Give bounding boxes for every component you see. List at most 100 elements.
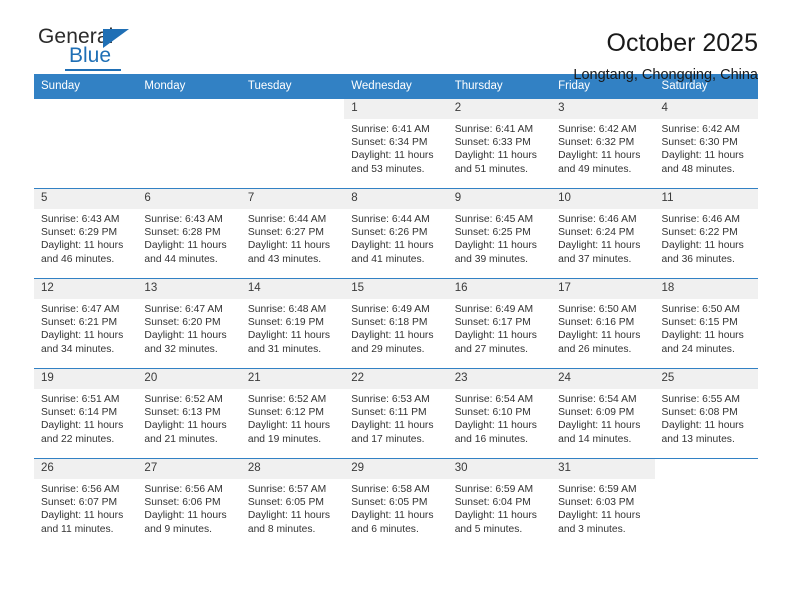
day-daylight-text: and 37 minutes. bbox=[558, 253, 632, 265]
weekday-header-thursday: Thursday bbox=[447, 74, 552, 99]
day-daylight-text: and 17 minutes. bbox=[351, 433, 425, 445]
calendar-day-cell[interactable]: 14 Sunrise: 6:48 AM Sunset: 6:19 PM Dayligh… bbox=[240, 278, 345, 369]
calendar-day-cell[interactable]: 15 Sunrise: 6:49 AM Sunset: 6:18 PM Dayligh… bbox=[344, 278, 448, 369]
day-details: Sunrise: 6:49 AM Sunset: 6:17 PM Daylight:… bbox=[448, 299, 551, 356]
calendar-day-cell[interactable]: 16 Sunrise: 6:49 AM Sunset: 6:17 PM Dayligh… bbox=[447, 278, 552, 369]
day-daylight-text: and 16 minutes. bbox=[454, 433, 528, 445]
calendar-day-cell[interactable]: 2 Sunrise: 6:41 AM Sunset: 6:33 PM Daylight… bbox=[447, 98, 552, 189]
calendar-day-cell[interactable]: 19 Sunrise: 6:51 AM Sunset: 6:14 PM Dayligh… bbox=[34, 368, 138, 459]
day-details: Sunrise: 6:46 AM Sunset: 6:24 PM Daylight:… bbox=[551, 209, 654, 266]
day-sunset-text: Sunset: 6:17 PM bbox=[454, 317, 531, 329]
day-sunset-text: Sunset: 6:12 PM bbox=[247, 407, 324, 419]
calendar-day-cell[interactable]: 4 Sunrise: 6:42 AM Sunset: 6:30 PM Daylight… bbox=[654, 98, 758, 189]
day-daylight-text: Daylight: 11 hours bbox=[247, 240, 331, 252]
day-daylight-text: Daylight: 11 hours bbox=[454, 510, 537, 522]
weekday-header-wednesday: Wednesday bbox=[344, 74, 448, 99]
day-details: Sunrise: 6:50 AM Sunset: 6:15 PM Daylight:… bbox=[655, 299, 758, 356]
calendar-day-cell[interactable]: 26 Sunrise: 6:56 AM Sunset: 6:07 PM Dayligh… bbox=[34, 458, 138, 549]
calendar-body: 1 Sunrise: 6:41 AM Sunset: 6:34 PM Daylight… bbox=[34, 98, 758, 549]
day-details: Sunrise: 6:44 AM Sunset: 6:26 PM Daylight:… bbox=[344, 209, 447, 266]
day-daylight-text: Daylight: 11 hours bbox=[144, 510, 227, 522]
logo-text-blue: Blue bbox=[69, 44, 112, 67]
day-number: 6 bbox=[137, 189, 241, 209]
day-sunrise-text: Sunrise: 6:44 AM bbox=[351, 214, 430, 225]
day-sunrise-text: Sunrise: 6:45 AM bbox=[454, 214, 534, 225]
page-header: General Blue October 2025 Longtang, Chon… bbox=[34, 0, 758, 84]
calendar-day-cell[interactable]: 21 Sunrise: 6:52 AM Sunset: 6:12 PM Dayligh… bbox=[240, 368, 345, 459]
calendar-day-cell[interactable]: 17 Sunrise: 6:50 AM Sunset: 6:16 PM Dayligh… bbox=[551, 278, 655, 369]
day-details: Sunrise: 6:47 AM Sunset: 6:21 PM Daylight:… bbox=[34, 299, 137, 356]
calendar-week-row: 19 Sunrise: 6:51 AM Sunset: 6:14 PM Dayligh… bbox=[34, 368, 758, 459]
calendar-day-cell[interactable]: 30 Sunrise: 6:59 AM Sunset: 6:04 PM Dayligh… bbox=[447, 458, 552, 549]
calendar-day-cell[interactable]: 3 Sunrise: 6:42 AM Sunset: 6:32 PM Daylight… bbox=[551, 98, 655, 189]
calendar-day-cell[interactable]: 8 Sunrise: 6:44 AM Sunset: 6:26 PM Daylight… bbox=[344, 188, 448, 279]
calendar-day-cell[interactable]: 22 Sunrise: 6:53 AM Sunset: 6:11 PM Dayligh… bbox=[344, 368, 448, 459]
day-number: 14 bbox=[240, 279, 345, 299]
day-sunset-text: Sunset: 6:11 PM bbox=[351, 407, 427, 419]
calendar-table: Sunday Monday Tuesday Wednesday Thursday… bbox=[34, 74, 758, 549]
calendar-day-cell[interactable]: 31 Sunrise: 6:59 AM Sunset: 6:03 PM Dayligh… bbox=[551, 458, 655, 549]
day-sunrise-text: Sunrise: 6:50 AM bbox=[558, 304, 637, 315]
day-daylight-text: and 51 minutes. bbox=[454, 163, 528, 175]
calendar-day-cell[interactable]: 29 Sunrise: 6:58 AM Sunset: 6:05 PM Dayligh… bbox=[344, 458, 448, 549]
day-daylight-text: and 41 minutes. bbox=[351, 253, 425, 265]
day-daylight-text: Daylight: 11 hours bbox=[351, 240, 434, 252]
day-sunrise-text: Sunrise: 6:43 AM bbox=[41, 214, 120, 225]
day-details: Sunrise: 6:56 AM Sunset: 6:07 PM Daylight:… bbox=[34, 479, 137, 536]
day-daylight-text: Daylight: 11 hours bbox=[41, 240, 124, 252]
calendar-day-cell[interactable]: 9 Sunrise: 6:45 AM Sunset: 6:25 PM Daylight… bbox=[447, 188, 552, 279]
day-daylight-text: and 26 minutes. bbox=[558, 343, 632, 355]
day-number: 27 bbox=[137, 459, 241, 479]
day-sunset-text: Sunset: 6:33 PM bbox=[454, 137, 531, 149]
day-number: 26 bbox=[34, 459, 138, 479]
day-sunset-text: Sunset: 6:30 PM bbox=[661, 137, 738, 149]
day-number: 28 bbox=[240, 459, 345, 479]
day-details: Sunrise: 6:44 AM Sunset: 6:27 PM Daylight:… bbox=[241, 209, 344, 266]
day-details: Sunrise: 6:48 AM Sunset: 6:19 PM Daylight:… bbox=[241, 299, 344, 356]
day-daylight-text: and 44 minutes. bbox=[144, 253, 218, 265]
day-sunset-text: Sunset: 6:10 PM bbox=[454, 407, 531, 419]
day-sunset-text: Sunset: 6:20 PM bbox=[144, 317, 221, 329]
calendar-day-cell[interactable]: 11 Sunrise: 6:46 AM Sunset: 6:22 PM Dayligh… bbox=[654, 188, 758, 279]
day-daylight-text: and 43 minutes. bbox=[247, 253, 322, 265]
day-daylight-text: Daylight: 11 hours bbox=[661, 420, 744, 432]
calendar-day-cell[interactable]: 24 Sunrise: 6:54 AM Sunset: 6:09 PM Dayligh… bbox=[551, 368, 655, 459]
day-daylight-text: Daylight: 11 hours bbox=[247, 510, 331, 522]
day-sunset-text: Sunset: 6:16 PM bbox=[558, 317, 635, 329]
day-daylight-text: and 6 minutes. bbox=[351, 523, 419, 535]
calendar-day-cell[interactable]: 5 Sunrise: 6:43 AM Sunset: 6:29 PM Daylight… bbox=[34, 188, 138, 279]
day-number: 8 bbox=[344, 189, 448, 209]
weekday-header-monday: Monday bbox=[137, 74, 241, 99]
title-block: October 2025 Longtang, Chongqing, China bbox=[573, 26, 758, 85]
day-daylight-text: and 46 minutes. bbox=[41, 253, 115, 265]
calendar-week-row: 12 Sunrise: 6:47 AM Sunset: 6:21 PM Dayligh… bbox=[34, 278, 758, 369]
day-sunrise-text: Sunrise: 6:41 AM bbox=[454, 124, 534, 135]
day-daylight-text: and 36 minutes. bbox=[661, 253, 735, 265]
calendar-day-cell[interactable]: 7 Sunrise: 6:44 AM Sunset: 6:27 PM Daylight… bbox=[240, 188, 345, 279]
day-daylight-text: Daylight: 11 hours bbox=[661, 240, 744, 252]
calendar-day-cell[interactable]: 23 Sunrise: 6:54 AM Sunset: 6:10 PM Dayligh… bbox=[447, 368, 552, 459]
day-number: 13 bbox=[137, 279, 241, 299]
calendar-day-cell[interactable]: 1 Sunrise: 6:41 AM Sunset: 6:34 PM Daylight… bbox=[344, 98, 448, 189]
calendar-day-cell[interactable]: 10 Sunrise: 6:46 AM Sunset: 6:24 PM Dayligh… bbox=[551, 188, 655, 279]
calendar-day-cell[interactable]: 28 Sunrise: 6:57 AM Sunset: 6:05 PM Dayligh… bbox=[240, 458, 345, 549]
calendar-day-cell[interactable]: 6 Sunrise: 6:43 AM Sunset: 6:28 PM Daylight… bbox=[137, 188, 241, 279]
day-daylight-text: Daylight: 11 hours bbox=[144, 330, 227, 342]
calendar-day-cell[interactable]: 27 Sunrise: 6:56 AM Sunset: 6:06 PM Dayligh… bbox=[137, 458, 241, 549]
day-details: Sunrise: 6:51 AM Sunset: 6:14 PM Daylight:… bbox=[34, 389, 137, 446]
day-daylight-text: Daylight: 11 hours bbox=[351, 420, 434, 432]
day-details: Sunrise: 6:59 AM Sunset: 6:03 PM Daylight:… bbox=[551, 479, 654, 536]
calendar-day-cell[interactable]: 18 Sunrise: 6:50 AM Sunset: 6:15 PM Dayligh… bbox=[654, 278, 758, 369]
day-sunrise-text: Sunrise: 6:52 AM bbox=[247, 394, 327, 405]
day-details: Sunrise: 6:56 AM Sunset: 6:06 PM Daylight:… bbox=[137, 479, 240, 536]
day-number: 10 bbox=[551, 189, 655, 209]
calendar-day-cell[interactable]: 13 Sunrise: 6:47 AM Sunset: 6:20 PM Dayligh… bbox=[137, 278, 241, 369]
calendar-day-cell[interactable]: 12 Sunrise: 6:47 AM Sunset: 6:21 PM Dayligh… bbox=[34, 278, 138, 369]
day-daylight-text: Daylight: 11 hours bbox=[144, 420, 227, 432]
calendar-day-cell[interactable]: 25 Sunrise: 6:55 AM Sunset: 6:08 PM Dayligh… bbox=[654, 368, 758, 459]
day-sunrise-text: Sunrise: 6:52 AM bbox=[144, 394, 223, 405]
day-sunrise-text: Sunrise: 6:56 AM bbox=[41, 484, 120, 495]
calendar-day-cell[interactable]: 20 Sunrise: 6:52 AM Sunset: 6:13 PM Dayligh… bbox=[137, 368, 241, 459]
day-sunset-text: Sunset: 6:25 PM bbox=[454, 227, 531, 239]
day-sunset-text: Sunset: 6:14 PM bbox=[41, 407, 118, 419]
